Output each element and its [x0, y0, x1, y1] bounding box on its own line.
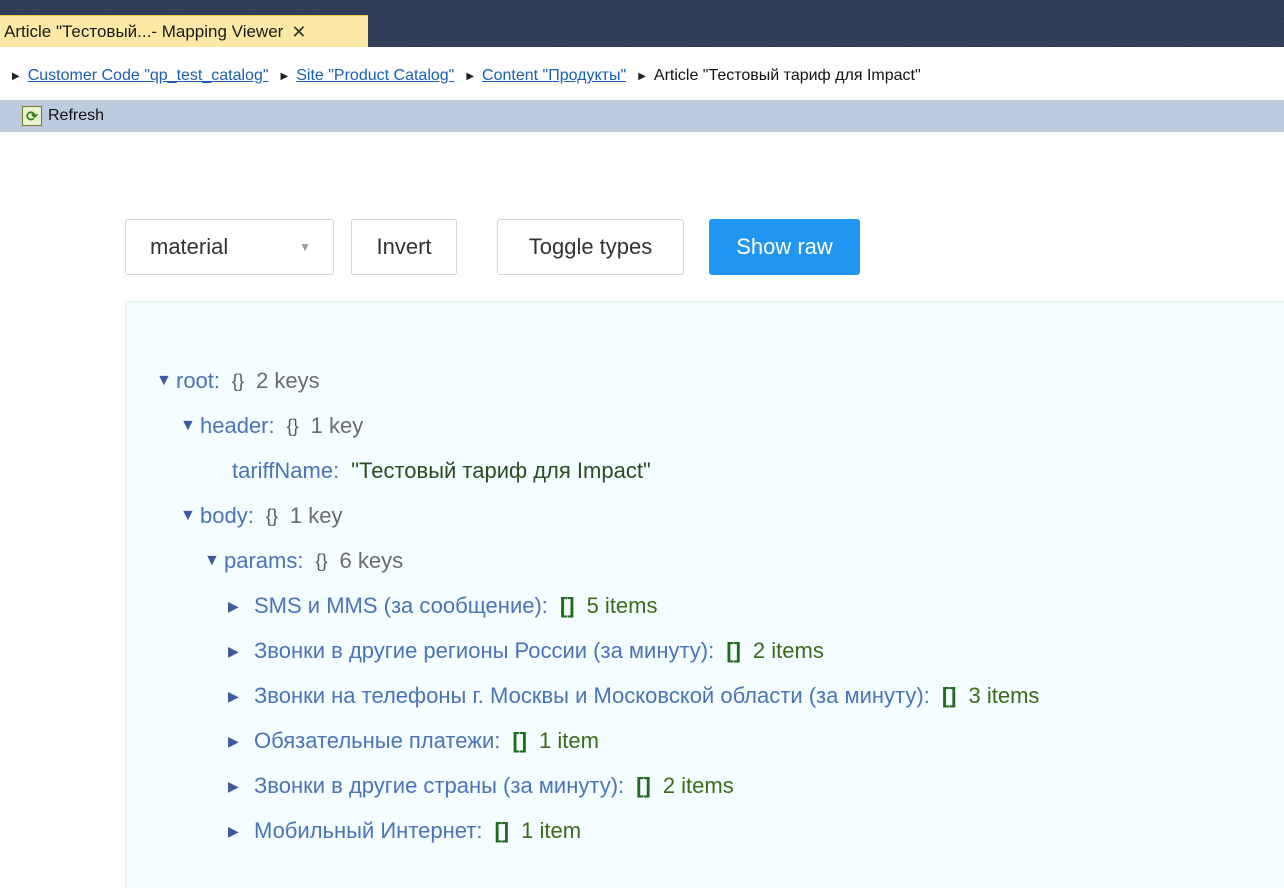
triangle-right-icon[interactable]: ▶ — [228, 733, 254, 750]
node-type-brackets: [] — [512, 728, 528, 753]
node-key: header — [200, 413, 269, 438]
node-key: params — [224, 548, 298, 573]
node-key: Звонки в другие регионы России (за минут… — [254, 638, 709, 663]
node-type-braces: {} — [232, 370, 245, 391]
tree-node-body[interactable]: ▼ body: {} 1 key — [180, 501, 342, 531]
close-icon[interactable]: ✕ — [291, 23, 306, 41]
triangle-right-icon[interactable]: ▶ — [228, 688, 254, 705]
refresh-label: Refresh — [48, 107, 105, 124]
invert-button[interactable]: Invert — [351, 219, 457, 275]
tree-node-array[interactable]: ▶ Звонки на телефоны г. Москвы и Московс… — [228, 681, 1039, 711]
breadcrumb-link[interactable]: Customer Code "qp_test_catalog" — [28, 67, 269, 85]
node-key: body — [200, 503, 248, 528]
node-count: 1 item — [521, 818, 582, 843]
toggle-types-button[interactable]: Toggle types — [497, 219, 684, 275]
refresh-button[interactable]: ⟳ Refresh — [22, 106, 104, 126]
node-key: root — [176, 368, 214, 393]
node-key: Мобильный Интернет — [254, 818, 477, 843]
triangle-down-icon[interactable]: ▼ — [180, 417, 200, 435]
node-count: 1 item — [539, 728, 599, 753]
node-type-braces: {} — [265, 505, 278, 526]
node-count: 6 keys — [339, 548, 404, 573]
breadcrumb-link[interactable]: Content "Продукты" — [482, 67, 626, 85]
triangle-right-icon: ▶ — [466, 70, 475, 82]
node-count: 3 items — [968, 683, 1040, 708]
node-type-brackets: [] — [494, 818, 510, 843]
node-key: SMS и MMS (за сообщение) — [254, 593, 542, 618]
triangle-right-icon[interactable]: ▶ — [228, 823, 254, 840]
node-count: 2 keys — [256, 368, 320, 393]
toolbar: ⟳ Refresh — [0, 100, 1284, 132]
node-key: Звонки в другие страны (за минуту) — [254, 773, 619, 798]
tab-title: Article "Тестовый...- Mapping Viewer — [4, 21, 284, 41]
node-key: tariffName — [232, 458, 334, 483]
triangle-down-icon[interactable]: ▼ — [204, 552, 224, 570]
node-count: 2 items — [752, 638, 824, 663]
breadcrumb-item-site[interactable]: ▶ Site "Product Catalog" — [281, 67, 455, 85]
node-count: 5 items — [586, 593, 658, 618]
tree-node-root[interactable]: ▼ root: {} 2 keys — [156, 366, 320, 396]
node-type-brackets: [] — [559, 593, 575, 618]
triangle-right-icon[interactable]: ▶ — [228, 598, 254, 615]
triangle-right-icon[interactable]: ▶ — [228, 778, 254, 795]
viewer-controls: material ▼ Invert Toggle types Show raw — [125, 218, 860, 276]
refresh-icon: ⟳ — [22, 106, 42, 126]
chevron-down-icon: ▼ — [299, 240, 311, 254]
breadcrumb: ▶ Customer Code "qp_test_catalog" ▶ Site… — [0, 56, 1284, 96]
breadcrumb-item-content[interactable]: ▶ Content "Продукты" — [466, 67, 626, 85]
node-key: Звонки на телефоны г. Москвы и Московско… — [254, 683, 924, 708]
node-type-brackets: [] — [941, 683, 957, 708]
triangle-right-icon: ▶ — [12, 70, 20, 82]
breadcrumb-item-article: ▶ Article "Тестовый тариф для Impact" — [638, 67, 920, 85]
tree-node-array[interactable]: ▶ Звонки в другие регионы России (за мин… — [228, 636, 824, 666]
triangle-right-icon[interactable]: ▶ — [228, 643, 254, 660]
tree-node-tariffname: tariffName: "Тестовый тариф для Impact" — [232, 458, 651, 483]
node-key: Обязательные платежи — [254, 728, 495, 753]
node-type-braces: {} — [315, 550, 328, 571]
theme-select-value: material — [150, 234, 229, 259]
tree-node-header[interactable]: ▼ header: {} 1 key — [180, 411, 363, 441]
tab-strip: Article "Тестовый...- Mapping Viewer ✕ — [0, 0, 1284, 47]
node-type-braces: {} — [286, 415, 299, 436]
node-type-brackets: [] — [636, 773, 651, 798]
tree-node-array[interactable]: ▶ Обязательные платежи: [] 1 item — [228, 726, 599, 756]
tree-node-array[interactable]: ▶ Звонки в другие страны (за минуту): []… — [228, 771, 734, 801]
breadcrumb-item-customer-code[interactable]: ▶ Customer Code "qp_test_catalog" — [12, 67, 269, 85]
triangle-down-icon[interactable]: ▼ — [180, 507, 200, 525]
triangle-down-icon[interactable]: ▼ — [156, 372, 176, 390]
node-count: 1 key — [310, 413, 364, 438]
tree-node-params[interactable]: ▼ params: {} 6 keys — [204, 546, 403, 576]
tab-mapping-viewer[interactable]: Article "Тестовый...- Mapping Viewer ✕ — [0, 15, 368, 47]
json-tree-panel: ▼ root: {} 2 keys ▼ header: {} 1 key tar… — [125, 301, 1284, 888]
tree-node-array[interactable]: ▶ SMS и MMS (за сообщение): [] 5 items — [228, 591, 658, 621]
theme-select[interactable]: material ▼ — [125, 219, 334, 275]
node-type-brackets: [] — [726, 638, 741, 663]
breadcrumb-link[interactable]: Site "Product Catalog" — [296, 67, 454, 85]
triangle-right-icon: ▶ — [638, 70, 646, 82]
triangle-right-icon: ▶ — [280, 70, 289, 82]
show-raw-button[interactable]: Show raw — [709, 219, 860, 275]
breadcrumb-current: Article "Тестовый тариф для Impact" — [653, 67, 921, 84]
node-count: 2 items — [662, 773, 734, 798]
tree-node-array[interactable]: ▶ Мобильный Интернет: [] 1 item — [228, 816, 581, 846]
node-string-value: "Тестовый тариф для Impact" — [351, 458, 651, 483]
node-count: 1 key — [289, 503, 343, 528]
